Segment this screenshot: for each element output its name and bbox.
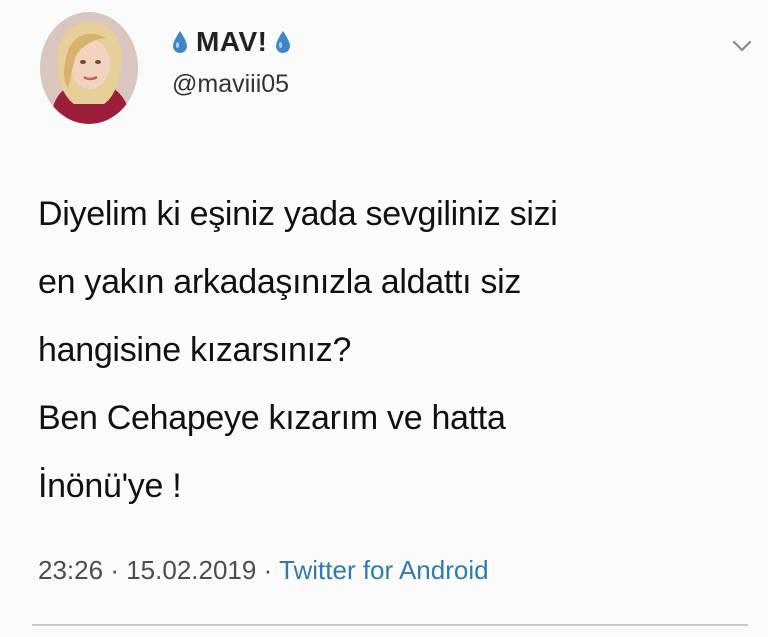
avatar[interactable]: [40, 12, 138, 124]
meta-separator: ·: [263, 555, 273, 585]
tweet-card: MAV! @maviii05 Diyelim ki eşiniz yada se…: [0, 0, 768, 637]
meta-separator: ·: [110, 555, 119, 585]
drop-icon: [276, 31, 291, 53]
author-display-name[interactable]: MAV!: [196, 26, 267, 58]
tweet-text-line: İnönü'ye !: [38, 467, 182, 505]
tweet-text-line: Ben Cehapeye kızarım ve hatta: [38, 399, 506, 437]
tweet-text-line: Diyelim ki eşiniz yada sevgiliniz sizi: [38, 195, 558, 233]
avatar-image: [40, 12, 138, 124]
tweet-source-link[interactable]: Twitter for Android: [279, 555, 489, 585]
chevron-down-icon[interactable]: [731, 38, 753, 54]
tweet-text: Diyelim ki eşiniz yada sevgiliniz sizi e…: [38, 180, 738, 520]
tweet-text-line: hangisine kızarsınız?: [38, 331, 352, 369]
author-name-row[interactable]: MAV!: [172, 26, 291, 58]
tweet-time[interactable]: 23:26: [38, 555, 103, 585]
tweet-meta: 23:26 · 15.02.2019 · Twitter for Android: [38, 555, 489, 586]
divider: [32, 624, 748, 626]
author-handle[interactable]: @maviii05: [172, 70, 289, 99]
drop-icon: [173, 31, 187, 53]
tweet-text-line: en yakın arkadaşınızla aldattı siz: [38, 263, 522, 301]
tweet-date[interactable]: 15.02.2019: [126, 555, 256, 585]
